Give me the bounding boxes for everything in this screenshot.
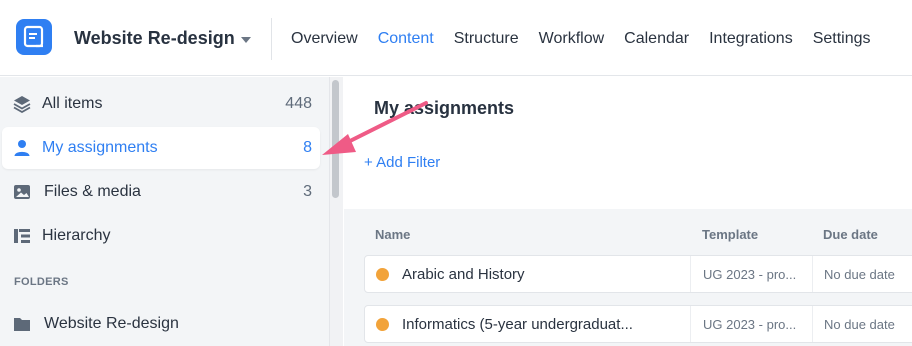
status-dot-icon [376, 318, 389, 331]
topbar-divider [271, 18, 272, 60]
column-header-name[interactable]: Name [375, 227, 410, 242]
folder-icon [14, 318, 30, 331]
sidebar-item-count: 448 [285, 95, 312, 112]
column-header-template[interactable]: Template [702, 227, 758, 242]
tab-content[interactable]: Content [378, 30, 434, 48]
row-template: UG 2023 - pro... [703, 267, 797, 282]
tab-settings[interactable]: Settings [813, 30, 871, 48]
sidebar-item-label: Files & media [44, 183, 141, 200]
sidebar-item-count: 8 [303, 139, 312, 156]
row-name: Arabic and History [402, 266, 525, 283]
sidebar-item-hierarchy[interactable]: Hierarchy [2, 215, 320, 257]
tab-structure[interactable]: Structure [454, 30, 519, 48]
user-icon [14, 140, 30, 156]
project-switcher[interactable]: Website Re-design [74, 28, 251, 49]
chevron-down-icon [240, 36, 251, 43]
row-template: UG 2023 - pro... [703, 317, 797, 332]
tab-calendar[interactable]: Calendar [624, 30, 689, 48]
table-row[interactable]: Arabic and History UG 2023 - pro... No d… [364, 255, 912, 293]
sidebar-item-files-media[interactable]: Files & media 3 [2, 171, 320, 213]
status-dot-icon [376, 268, 389, 281]
cell-divider [812, 256, 813, 292]
top-bar: Website Re-design Overview Content Struc… [0, 0, 912, 76]
sidebar-folder-website-redesign[interactable]: Website Re-design [2, 303, 320, 345]
cell-divider [690, 256, 691, 292]
project-name: Website Re-design [74, 28, 235, 48]
tab-overview[interactable]: Overview [291, 30, 358, 48]
cell-divider [690, 306, 691, 342]
tab-integrations[interactable]: Integrations [709, 30, 793, 48]
cell-divider [812, 306, 813, 342]
sidebar-item-count: 3 [303, 183, 312, 200]
sidebar-item-label: Hierarchy [42, 227, 111, 244]
sidebar-item-label: Website Re-design [44, 315, 179, 332]
main-nav: Overview Content Structure Workflow Cale… [291, 30, 891, 48]
sidebar-item-my-assignments[interactable]: My assignments 8 [2, 127, 320, 169]
add-filter-button[interactable]: + Add Filter [364, 154, 440, 171]
sidebar-item-label: My assignments [42, 139, 158, 156]
row-name: Informatics (5-year undergraduat... [402, 316, 633, 333]
row-due-date: No due date [824, 267, 895, 282]
app-logo-icon[interactable] [16, 19, 52, 55]
assignments-list: Name Template Due date Arabic and Histor… [344, 209, 912, 346]
layers-icon [13, 96, 31, 113]
page-title: My assignments [374, 98, 515, 118]
hierarchy-icon [14, 229, 30, 243]
row-due-date: No due date [824, 317, 895, 332]
sidebar: All items 448 My assignments 8 Files & m… [0, 77, 329, 346]
sidebar-item-all-items[interactable]: All items 448 [2, 83, 320, 125]
column-header-due-date[interactable]: Due date [823, 227, 878, 242]
table-row[interactable]: Informatics (5-year undergraduat... UG 2… [364, 305, 912, 343]
folders-section-title: FOLDERS [14, 276, 69, 288]
main-panel: My assignments + Add Filter Name Templat… [344, 77, 912, 346]
image-icon [14, 185, 30, 199]
sidebar-item-label: All items [42, 95, 103, 112]
sidebar-scrollbar-thumb[interactable] [332, 80, 339, 198]
tab-workflow[interactable]: Workflow [539, 30, 605, 48]
